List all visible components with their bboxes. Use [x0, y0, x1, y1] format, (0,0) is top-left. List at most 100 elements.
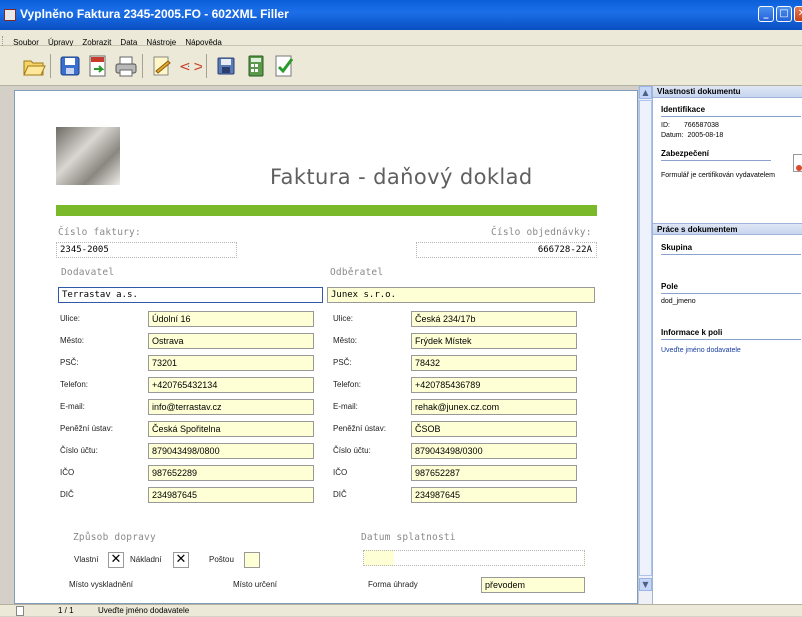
supplier-bank-field[interactable]: Česká Spořitelna: [148, 421, 314, 437]
shipping-post-checkbox[interactable]: [244, 552, 260, 568]
due-date-field[interactable]: [363, 550, 585, 566]
supplier-zip-label: PSČ:: [60, 358, 79, 367]
save-disk-icon[interactable]: [214, 53, 238, 79]
open-folder-icon[interactable]: [22, 53, 46, 79]
doc-date-label: Datum:: [661, 132, 684, 139]
menu-bar: Soubor Úpravy Zobrazit Data Nástroje Náp…: [0, 30, 802, 47]
doc-date-value: 2005-08-18: [687, 132, 724, 139]
scroll-thumb[interactable]: [639, 100, 652, 576]
svg-text:·: ·: [187, 62, 190, 73]
close-button[interactable]: ✕: [794, 6, 802, 22]
app-icon: [4, 9, 16, 21]
identification-heading: Identifikace: [661, 105, 706, 114]
print-icon[interactable]: [114, 53, 138, 79]
doc-date-row: Datum: 2005-08-18: [653, 131, 802, 141]
invoice-photo: [56, 127, 120, 185]
status-message: Uveďte jméno dodavatele: [98, 606, 190, 615]
supplier-street-field[interactable]: Údolní 16: [148, 311, 314, 327]
toolbar: < > ·: [0, 46, 802, 86]
customer-phone-label: Telefon:: [333, 380, 362, 389]
document-work-header[interactable]: Práce s dokumentem: [653, 223, 802, 235]
supplier-bank-label: Peněžní ústav:: [60, 424, 113, 433]
supplier-ico-label: IČO: [60, 468, 75, 477]
scroll-down-button[interactable]: ▼: [639, 578, 652, 591]
customer-phone-field[interactable]: +420785436789: [411, 377, 577, 393]
export-pdf-icon[interactable]: [86, 53, 110, 79]
order-number-field[interactable]: 666728-22A: [416, 242, 597, 258]
supplier-account-label: Číslo účtu:: [60, 446, 98, 455]
menu-grip: [2, 35, 4, 46]
shipping-own-checkbox[interactable]: ✕: [108, 552, 124, 568]
customer-street-field[interactable]: Česká 234/17b: [411, 311, 577, 327]
customer-dic-field[interactable]: 234987645: [411, 487, 577, 503]
customer-name-field[interactable]: Junex s.r.o.: [327, 287, 595, 303]
payment-field[interactable]: převodem: [481, 577, 585, 593]
supplier-email-label: E-mail:: [60, 402, 85, 411]
field-heading: Pole: [661, 282, 678, 291]
field-info-text: Uveďte jméno dodavatele: [661, 347, 741, 354]
payment-label: Forma úhrady: [368, 580, 418, 589]
minimize-button[interactable]: _: [758, 6, 774, 22]
status-bar: 1 / 1 Uveďte jméno dodavatele: [0, 604, 802, 616]
shipping-own-label: Vlastní: [74, 555, 99, 564]
save-icon[interactable]: [58, 53, 82, 79]
customer-zip-label: PSČ:: [333, 358, 352, 367]
supplier-city-label: Město:: [60, 336, 85, 345]
scroll-up-button[interactable]: ▲: [639, 86, 652, 99]
invoice-number-field[interactable]: 2345-2005: [56, 242, 237, 258]
customer-ico-label: IČO: [333, 468, 348, 477]
customer-ico-field[interactable]: 987652287: [411, 465, 577, 481]
security-heading: Zabezpečení: [661, 149, 710, 158]
customer-zip-field[interactable]: 78432: [411, 355, 577, 371]
supplier-account-field[interactable]: 879043498/0800: [148, 443, 314, 459]
properties-panel: Vlastnosti dokumentu Identifikace ID: 76…: [652, 86, 802, 604]
xml-icon[interactable]: < > ·: [178, 53, 205, 79]
supplier-city-field[interactable]: Ostrava: [148, 333, 314, 349]
customer-street-label: Ulice:: [333, 314, 354, 323]
customer-account-field[interactable]: 879043498/0300: [411, 443, 577, 459]
svg-text:>: >: [193, 59, 202, 75]
certificate-icon[interactable]: [793, 154, 802, 172]
field-name-value: dod_jmeno: [661, 298, 696, 305]
title-bar: Vyplněno Faktura 2345-2005.FO - 602XML F…: [0, 0, 802, 30]
customer-dic-label: DIČ: [333, 490, 347, 499]
customer-city-field[interactable]: Frýdek Místek: [411, 333, 577, 349]
shipping-freight-label: Nákladní: [130, 555, 162, 564]
shipping-heading: Způsob dopravy: [73, 532, 156, 543]
document-scrollbar[interactable]: ▲ ▼: [638, 86, 652, 604]
customer-heading: Odběratel: [330, 267, 384, 278]
customer-bank-field[interactable]: ČSOB: [411, 421, 577, 437]
document-properties-header[interactable]: Vlastnosti dokumentu: [653, 86, 802, 98]
supplier-heading: Dodavatel: [61, 267, 115, 278]
supplier-email-field[interactable]: info@terrastav.cz: [148, 399, 314, 415]
customer-city-label: Město:: [333, 336, 358, 345]
window-title: Vyplněno Faktura 2345-2005.FO - 602XML F…: [20, 7, 289, 21]
shipping-post-label: Poštou: [209, 555, 234, 564]
maximize-button[interactable]: □: [776, 6, 792, 22]
customer-email-label: E-mail:: [333, 402, 358, 411]
doc-id-label: ID:: [661, 122, 670, 129]
supplier-zip-field[interactable]: 73201: [148, 355, 314, 371]
check-form-icon[interactable]: [272, 53, 296, 79]
customer-bank-label: Peněžní ústav:: [333, 424, 386, 433]
supplier-street-label: Ulice:: [60, 314, 81, 323]
supplier-phone-field[interactable]: +420765432134: [148, 377, 314, 393]
document-canvas: Faktura - daňový doklad Číslo faktury: 2…: [14, 90, 638, 604]
invoice-number-label: Číslo faktury:: [58, 227, 141, 238]
calculator-icon[interactable]: [244, 53, 268, 79]
status-doc-icon: [16, 606, 24, 616]
sign-icon[interactable]: [150, 53, 174, 79]
dispatch-place-label: Místo vyskladnění: [69, 580, 134, 589]
supplier-dic-field[interactable]: 234987645: [148, 487, 314, 503]
field-info-heading: Informace k poli: [661, 328, 723, 337]
supplier-ico-field[interactable]: 987652289: [148, 465, 314, 481]
supplier-name-field[interactable]: Terrastav a.s.: [58, 287, 323, 303]
due-date-heading: Datum splatnosti: [361, 532, 456, 543]
shipping-freight-checkbox[interactable]: ✕: [173, 552, 189, 568]
customer-account-label: Číslo účtu:: [333, 446, 371, 455]
document-title: Faktura - daňový doklad: [270, 165, 533, 189]
customer-email-field[interactable]: rehak@junex.cz.com: [411, 399, 577, 415]
title-divider: [56, 205, 597, 216]
page-indicator: 1 / 1: [58, 606, 74, 615]
doc-id-value: 766587038: [683, 122, 719, 129]
